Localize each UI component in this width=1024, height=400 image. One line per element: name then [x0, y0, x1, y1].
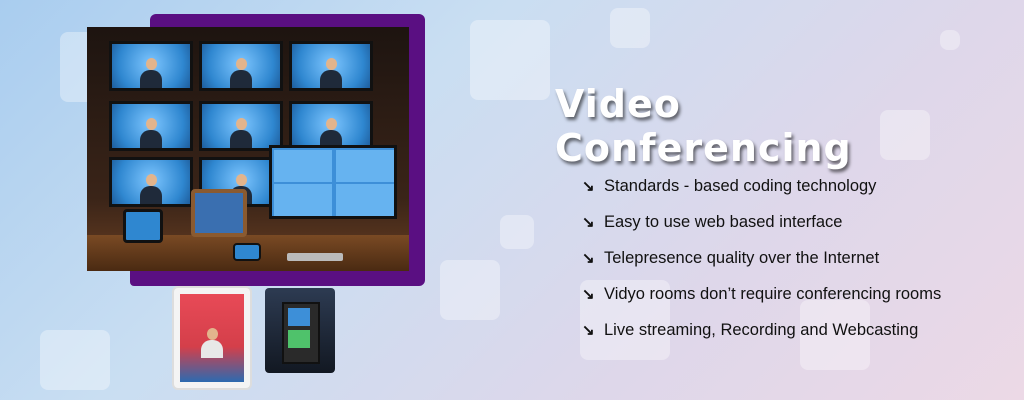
tablet-device: [123, 209, 163, 243]
arrow-down-right-icon: ↘: [582, 214, 595, 231]
feature-text: Standards - based coding technology: [604, 176, 877, 195]
arrow-down-right-icon: ↘: [582, 178, 595, 195]
background-square: [500, 215, 534, 249]
video-screen: [109, 41, 193, 91]
page-title: Video Conferencing: [555, 82, 852, 170]
phone-device: [233, 243, 261, 261]
desktop-monitor: [269, 145, 397, 219]
tablet-video-call: [172, 286, 252, 390]
feature-item: ↘ Standards - based coding technology: [582, 168, 1012, 204]
feature-item: ↘ Easy to use web based interface: [582, 204, 1012, 240]
video-screen: [289, 41, 373, 91]
background-square: [440, 260, 500, 320]
arrow-down-right-icon: ↘: [582, 322, 595, 339]
feature-list: ↘ Standards - based coding technology ↘ …: [582, 168, 1012, 348]
keyboard: [287, 253, 343, 261]
feature-text: Easy to use web based interface: [604, 212, 843, 231]
feature-item: ↘ Live streaming, Recording and Webcasti…: [582, 312, 1012, 348]
conference-room-photo: [87, 27, 409, 271]
video-screen: [199, 101, 283, 151]
feature-text: Live streaming, Recording and Webcasting: [604, 320, 919, 339]
feature-text: Vidyo rooms don’t require conferencing r…: [604, 284, 942, 303]
video-screen: [289, 101, 373, 151]
photo-frame-device: [191, 189, 247, 237]
feature-item: ↘ Vidyo rooms don’t require conferencing…: [582, 276, 1012, 312]
background-square: [940, 30, 960, 50]
video-screen: [109, 157, 193, 207]
video-screen: [109, 101, 193, 151]
feature-item: ↘ Telepresence quality over the Internet: [582, 240, 1012, 276]
arrow-down-right-icon: ↘: [582, 250, 595, 267]
video-conferencing-banner: Video Conferencing ↘ Standards - based c…: [0, 0, 1024, 400]
video-screen: [199, 41, 283, 91]
feature-text: Telepresence quality over the Internet: [604, 248, 880, 267]
background-square: [610, 8, 650, 48]
arrow-down-right-icon: ↘: [582, 286, 595, 303]
background-square: [470, 20, 550, 100]
phone-video-call: [265, 288, 335, 373]
background-square: [40, 330, 110, 390]
